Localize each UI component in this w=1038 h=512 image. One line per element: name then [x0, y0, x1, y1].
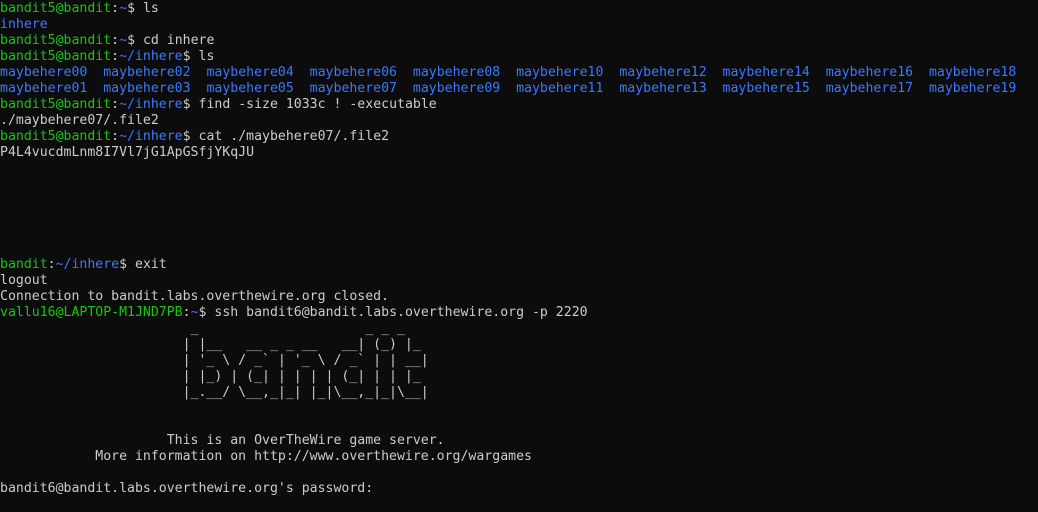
file-entry: maybehere00: [0, 65, 104, 80]
user-host: bandit5@bandit: [0, 1, 112, 16]
file-entry: maybehere07: [309, 81, 413, 96]
command: $ find -size 1033c ! -executable: [182, 97, 437, 112]
prompt-line: vallu16@LAPTOP-M1JND7PB:~$ ssh bandit6@b…: [0, 305, 1038, 321]
separator: :: [111, 49, 120, 64]
password-prompt[interactable]: bandit6@bandit.labs.overthewire.org's pa…: [0, 481, 1038, 497]
file-entry: maybehere03: [103, 81, 207, 96]
cwd: ~/inhere: [119, 97, 183, 112]
separator: :: [47, 257, 56, 272]
user-host: bandit5@bandit: [0, 97, 112, 112]
file-entry: maybehere15: [722, 81, 826, 96]
user-host: bandit5@bandit: [0, 129, 112, 144]
ascii-banner-line: | |__ __ _ _ __ __| (_) |_: [0, 337, 429, 352]
prompt-line: bandit5@bandit:~$ cd inhere: [0, 33, 1038, 49]
file-list-row: maybehere01 maybehere03 maybehere05 mayb…: [0, 81, 1038, 97]
separator: :: [111, 97, 120, 112]
output-line: ./maybehere07/.file2: [0, 113, 159, 128]
cwd: ~: [119, 33, 128, 48]
separator: :: [111, 129, 120, 144]
output-line: Connection to bandit.labs.overthewire.or…: [0, 289, 390, 304]
cwd: ~: [190, 305, 199, 320]
user-host: bandit5@bandit: [0, 49, 112, 64]
prompt-line: bandit5@bandit:~$ ls: [0, 1, 1038, 17]
prompt-line: bandit:~/inhere$ exit: [0, 257, 1038, 273]
server-info-line: This is an OverTheWire game server.: [0, 433, 445, 448]
file-entry: maybehere10: [516, 65, 620, 80]
command: $ cat ./maybehere07/.file2: [182, 129, 390, 144]
server-info-line: More information on http://www.overthewi…: [0, 449, 532, 464]
file-entry: maybehere04: [206, 65, 310, 80]
output-line: logout: [0, 273, 48, 288]
prompt-line: bandit5@bandit:~/inhere$ find -size 1033…: [0, 97, 1038, 113]
file-entry: maybehere13: [619, 81, 723, 96]
file-entry: maybehere17: [825, 81, 929, 96]
file-entry: maybehere06: [309, 65, 413, 80]
separator: :: [111, 33, 120, 48]
ascii-banner-line: | '_ \ / _` | '_ \ / _` | | __|: [0, 353, 429, 368]
ascii-banner-line: | |_) | (_| | | | | (_| | | |_: [0, 369, 429, 384]
command: $ exit: [119, 257, 167, 272]
file-entry: maybehere14: [722, 65, 826, 80]
command: $ cd inhere: [127, 33, 215, 48]
file-list-row: maybehere00 maybehere02 maybehere04 mayb…: [0, 65, 1038, 81]
ascii-banner-line: |_.__/ \__,_|_| |_|\__,_|_|\__|: [0, 385, 429, 400]
file-entry: maybehere19: [928, 81, 1017, 96]
dir-entry: inhere: [0, 17, 48, 32]
command: $ ls: [127, 1, 159, 16]
cwd: ~: [119, 1, 128, 16]
file-entry: maybehere05: [206, 81, 310, 96]
file-entry: maybehere02: [103, 65, 207, 80]
password-output: P4L4vucdmLnm8I7Vl7jG1ApGSfjYKqJU: [0, 145, 255, 160]
command: $ ssh bandit6@bandit.labs.overthewire.or…: [198, 305, 588, 320]
output-line: inhere: [0, 17, 1038, 33]
terminal-window[interactable]: bandit5@bandit:~$ ls inhere bandit5@band…: [0, 0, 1038, 512]
cwd: ~/inhere: [55, 257, 120, 272]
cwd: ~/inhere: [119, 49, 183, 64]
user-host: bandit: [0, 257, 48, 272]
user-host: bandit5@bandit: [0, 33, 112, 48]
file-entry: maybehere09: [412, 81, 517, 96]
file-entry: maybehere16: [825, 65, 929, 80]
user-host: vallu16@LAPTOP-M1JND7PB: [0, 305, 183, 320]
ascii-banner-line: _ _ _ _: [0, 321, 429, 336]
separator: :: [182, 305, 191, 320]
file-entry: maybehere18: [928, 65, 1017, 80]
file-entry: maybehere08: [412, 65, 517, 80]
prompt-line: bandit5@bandit:~/inhere$ cat ./maybehere…: [0, 129, 1038, 145]
file-entry: maybehere12: [619, 65, 723, 80]
cwd: ~/inhere: [119, 129, 183, 144]
prompt-line: bandit5@bandit:~/inhere$ ls: [0, 49, 1038, 65]
command: $ ls: [182, 49, 215, 64]
file-entry: maybehere01: [0, 81, 104, 96]
file-entry: maybehere11: [516, 81, 620, 96]
separator: :: [111, 1, 120, 16]
